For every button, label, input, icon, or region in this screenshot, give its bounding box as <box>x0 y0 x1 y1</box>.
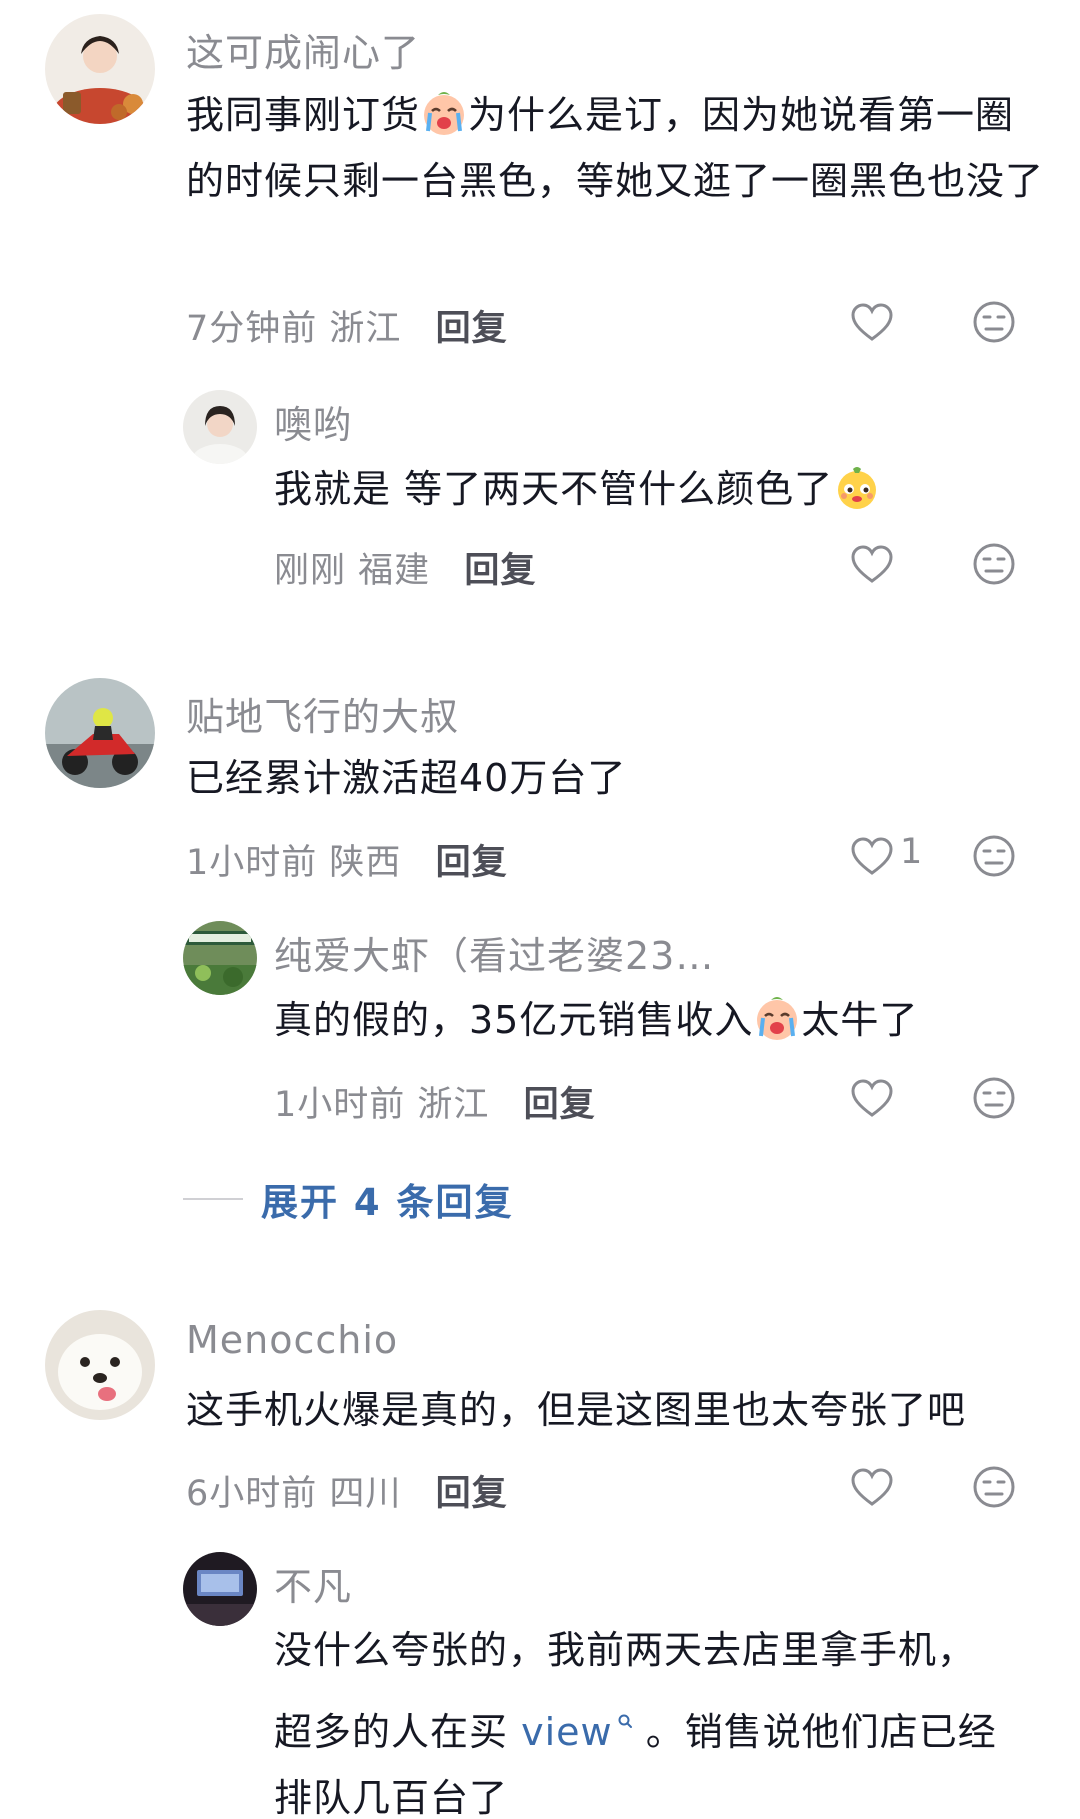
avatar[interactable] <box>45 678 155 788</box>
reply-button[interactable]: 回复 <box>436 843 508 883</box>
time: 1小时前 <box>186 843 318 883</box>
comment-meta: 7分钟前 浙江 回复 <box>186 300 508 351</box>
smug-emoji-icon <box>833 463 881 511</box>
expand-replies-label: 展开 4 条回复 <box>261 1181 514 1224</box>
comment-meta: 6小时前 四川 回复 <box>186 1465 508 1516</box>
crying-emoji-icon <box>420 89 468 137</box>
comment-text: 这手机火爆是真的，但是这图里也太夸张了吧 <box>186 1388 967 1432</box>
dislike-button[interactable] <box>972 300 1016 344</box>
location: 福建 <box>358 551 431 591</box>
username[interactable]: 不凡 <box>274 1556 352 1611</box>
comment-meta: 1小时前 陕西 回复 <box>186 834 508 885</box>
like-button[interactable] <box>850 836 894 876</box>
meh-face-icon <box>973 1466 1015 1508</box>
avatar[interactable] <box>45 14 155 124</box>
avatar[interactable] <box>183 1552 257 1626</box>
heart-outline-icon <box>851 303 893 341</box>
expand-replies-button[interactable]: 展开 4 条回复 <box>183 1172 514 1226</box>
reply-text: 没什么夸张的，我前两天去店里拿手机， 超多的人在买 view 。销售说他们店已经… <box>274 1628 997 1819</box>
username[interactable]: 这可成闹心了 <box>186 22 420 77</box>
time: 1小时前 <box>274 1085 406 1125</box>
username[interactable]: 贴地飞行的大叔 <box>186 686 459 741</box>
like-button[interactable] <box>850 544 894 584</box>
location: 四川 <box>329 1474 402 1514</box>
heart-outline-icon <box>851 1079 893 1117</box>
reply-text: 真的假的，35亿元销售收入 太牛了 <box>274 987 1054 1053</box>
comment-text: 我同事刚订货 为什么是订，因为她说看第一圈的时候只剩一台黑色，等她又逛了一圈黑色也… <box>186 82 1046 214</box>
avatar[interactable] <box>45 1310 155 1420</box>
search-link[interactable]: view <box>521 1710 633 1754</box>
reply-meta: 刚刚 福建 回复 <box>274 542 536 593</box>
heart-outline-icon <box>851 545 893 583</box>
divider <box>183 1198 243 1200</box>
time: 7分钟前 <box>186 309 318 349</box>
like-count: 1 <box>900 832 923 872</box>
dislike-button[interactable] <box>972 834 1016 878</box>
meh-face-icon <box>973 301 1015 343</box>
time: 6小时前 <box>186 1474 318 1514</box>
heart-outline-icon <box>851 1468 893 1506</box>
reply-button[interactable]: 回复 <box>524 1085 596 1125</box>
reply-button[interactable]: 回复 <box>436 1474 508 1514</box>
location: 陕西 <box>329 843 402 883</box>
avatar[interactable] <box>183 390 257 464</box>
meh-face-icon <box>973 543 1015 585</box>
username[interactable]: 噢哟 <box>274 394 352 449</box>
meh-face-icon <box>973 1077 1015 1119</box>
heart-outline-icon <box>851 837 893 875</box>
avatar[interactable] <box>183 921 257 995</box>
like-button[interactable] <box>850 302 894 342</box>
search-icon <box>617 1683 633 1728</box>
location: 浙江 <box>417 1085 490 1125</box>
dislike-button[interactable] <box>972 1076 1016 1120</box>
crying-emoji-icon <box>753 994 801 1042</box>
time: 刚刚 <box>274 551 347 591</box>
reply-meta: 1小时前 浙江 回复 <box>274 1076 596 1127</box>
like-button[interactable] <box>850 1078 894 1118</box>
location: 浙江 <box>329 309 402 349</box>
like-button[interactable] <box>850 1467 894 1507</box>
meh-face-icon <box>973 835 1015 877</box>
comment-text: 已经累计激活超40万台了 <box>186 756 627 800</box>
reply-text: 我就是 等了两天不管什么颜色了 <box>274 456 1054 522</box>
dislike-button[interactable] <box>972 542 1016 586</box>
dislike-button[interactable] <box>972 1465 1016 1509</box>
reply-button[interactable]: 回复 <box>464 551 536 591</box>
username[interactable]: Menocchio <box>186 1318 398 1362</box>
reply-button[interactable]: 回复 <box>436 309 508 349</box>
username[interactable]: 纯爱大虾（看过老婆23… <box>274 925 714 980</box>
